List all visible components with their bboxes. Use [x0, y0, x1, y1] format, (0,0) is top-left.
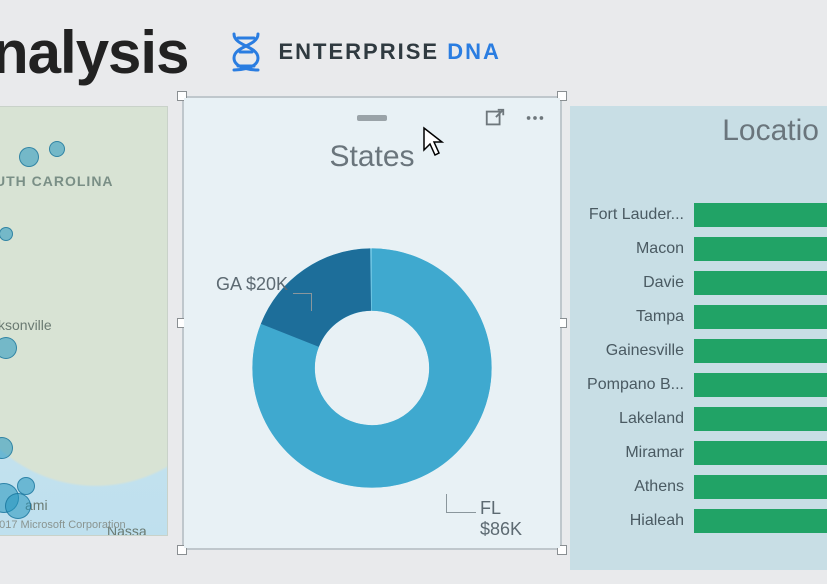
locations-title: Locatio [722, 114, 819, 148]
map-bubble[interactable] [17, 477, 35, 495]
leader-line [446, 512, 476, 513]
location-bar[interactable] [694, 271, 827, 295]
report-body: UTH CAROLINA xksonville ami Nassa 2017 M… [0, 96, 827, 584]
leader-line [446, 494, 447, 512]
location-bar[interactable] [694, 407, 827, 431]
location-row[interactable]: Macon [570, 236, 827, 262]
dna-icon [228, 32, 264, 72]
location-label: Pompano B... [574, 376, 684, 394]
location-label: Macon [574, 240, 684, 258]
location-bar[interactable] [694, 237, 827, 261]
map-visual[interactable]: UTH CAROLINA xksonville ami Nassa 2017 M… [0, 106, 168, 536]
donut-visual-selection[interactable]: States GA $20K FL $86K [182, 96, 562, 550]
location-bar[interactable] [694, 475, 827, 499]
focus-mode-icon[interactable] [484, 107, 506, 129]
location-row[interactable]: Pompano B... [570, 372, 827, 398]
location-label: Tampa [574, 308, 684, 326]
location-row[interactable]: Fort Lauder... [570, 202, 827, 228]
more-options-icon[interactable] [524, 107, 546, 129]
drag-grip-icon[interactable] [357, 115, 387, 121]
map-state-label: UTH CAROLINA [0, 173, 114, 189]
location-bar[interactable] [694, 509, 827, 533]
slice-label-ga: GA $20K [216, 274, 288, 295]
location-label: Athens [574, 478, 684, 496]
donut-plot-area: GA $20K FL $86K [184, 174, 560, 548]
slice-label-fl: FL $86K [480, 498, 522, 539]
location-row[interactable]: Tampa [570, 304, 827, 330]
location-row[interactable]: Miramar [570, 440, 827, 466]
brand-logo: ENTERPRISE DNA [228, 32, 500, 72]
location-label: Fort Lauder... [574, 206, 684, 224]
location-label: Lakeland [574, 410, 684, 428]
location-label: Hialeah [574, 512, 684, 530]
location-label: Miramar [574, 444, 684, 462]
location-row[interactable]: Davie [570, 270, 827, 296]
location-row[interactable]: Hialeah [570, 508, 827, 534]
report-header: nalysis ENTERPRISE DNA [0, 12, 827, 92]
page-title: nalysis [0, 18, 188, 87]
location-label: Gainesville [574, 342, 684, 360]
location-row[interactable]: Gainesville [570, 338, 827, 364]
brand-text: ENTERPRISE DNA [278, 39, 500, 65]
map-bubble[interactable] [5, 493, 31, 519]
location-bar[interactable] [694, 373, 827, 397]
map-city-label: xksonville [0, 317, 52, 333]
location-label: Davie [574, 274, 684, 292]
location-bar[interactable] [694, 305, 827, 329]
map-bubble[interactable] [19, 147, 39, 167]
locations-visual[interactable]: Locatio Fort Lauder... Macon Davie Tampa Gai… [570, 106, 827, 570]
location-bar[interactable] [694, 203, 827, 227]
location-bar[interactable] [694, 441, 827, 465]
location-row[interactable]: Athens [570, 474, 827, 500]
leader-line [293, 293, 311, 294]
map-copyright: 2017 Microsoft Corporation [0, 519, 126, 531]
locations-rows: Fort Lauder... Macon Davie Tampa Gainesville… [570, 156, 827, 534]
leader-line [311, 293, 312, 311]
location-row[interactable]: Lakeland [570, 406, 827, 432]
location-bar[interactable] [694, 339, 827, 363]
donut-title: States [184, 140, 560, 174]
map-bubble[interactable] [49, 141, 65, 157]
visual-header [184, 98, 560, 138]
donut-visual[interactable]: States GA $20K FL $86K [184, 98, 560, 548]
